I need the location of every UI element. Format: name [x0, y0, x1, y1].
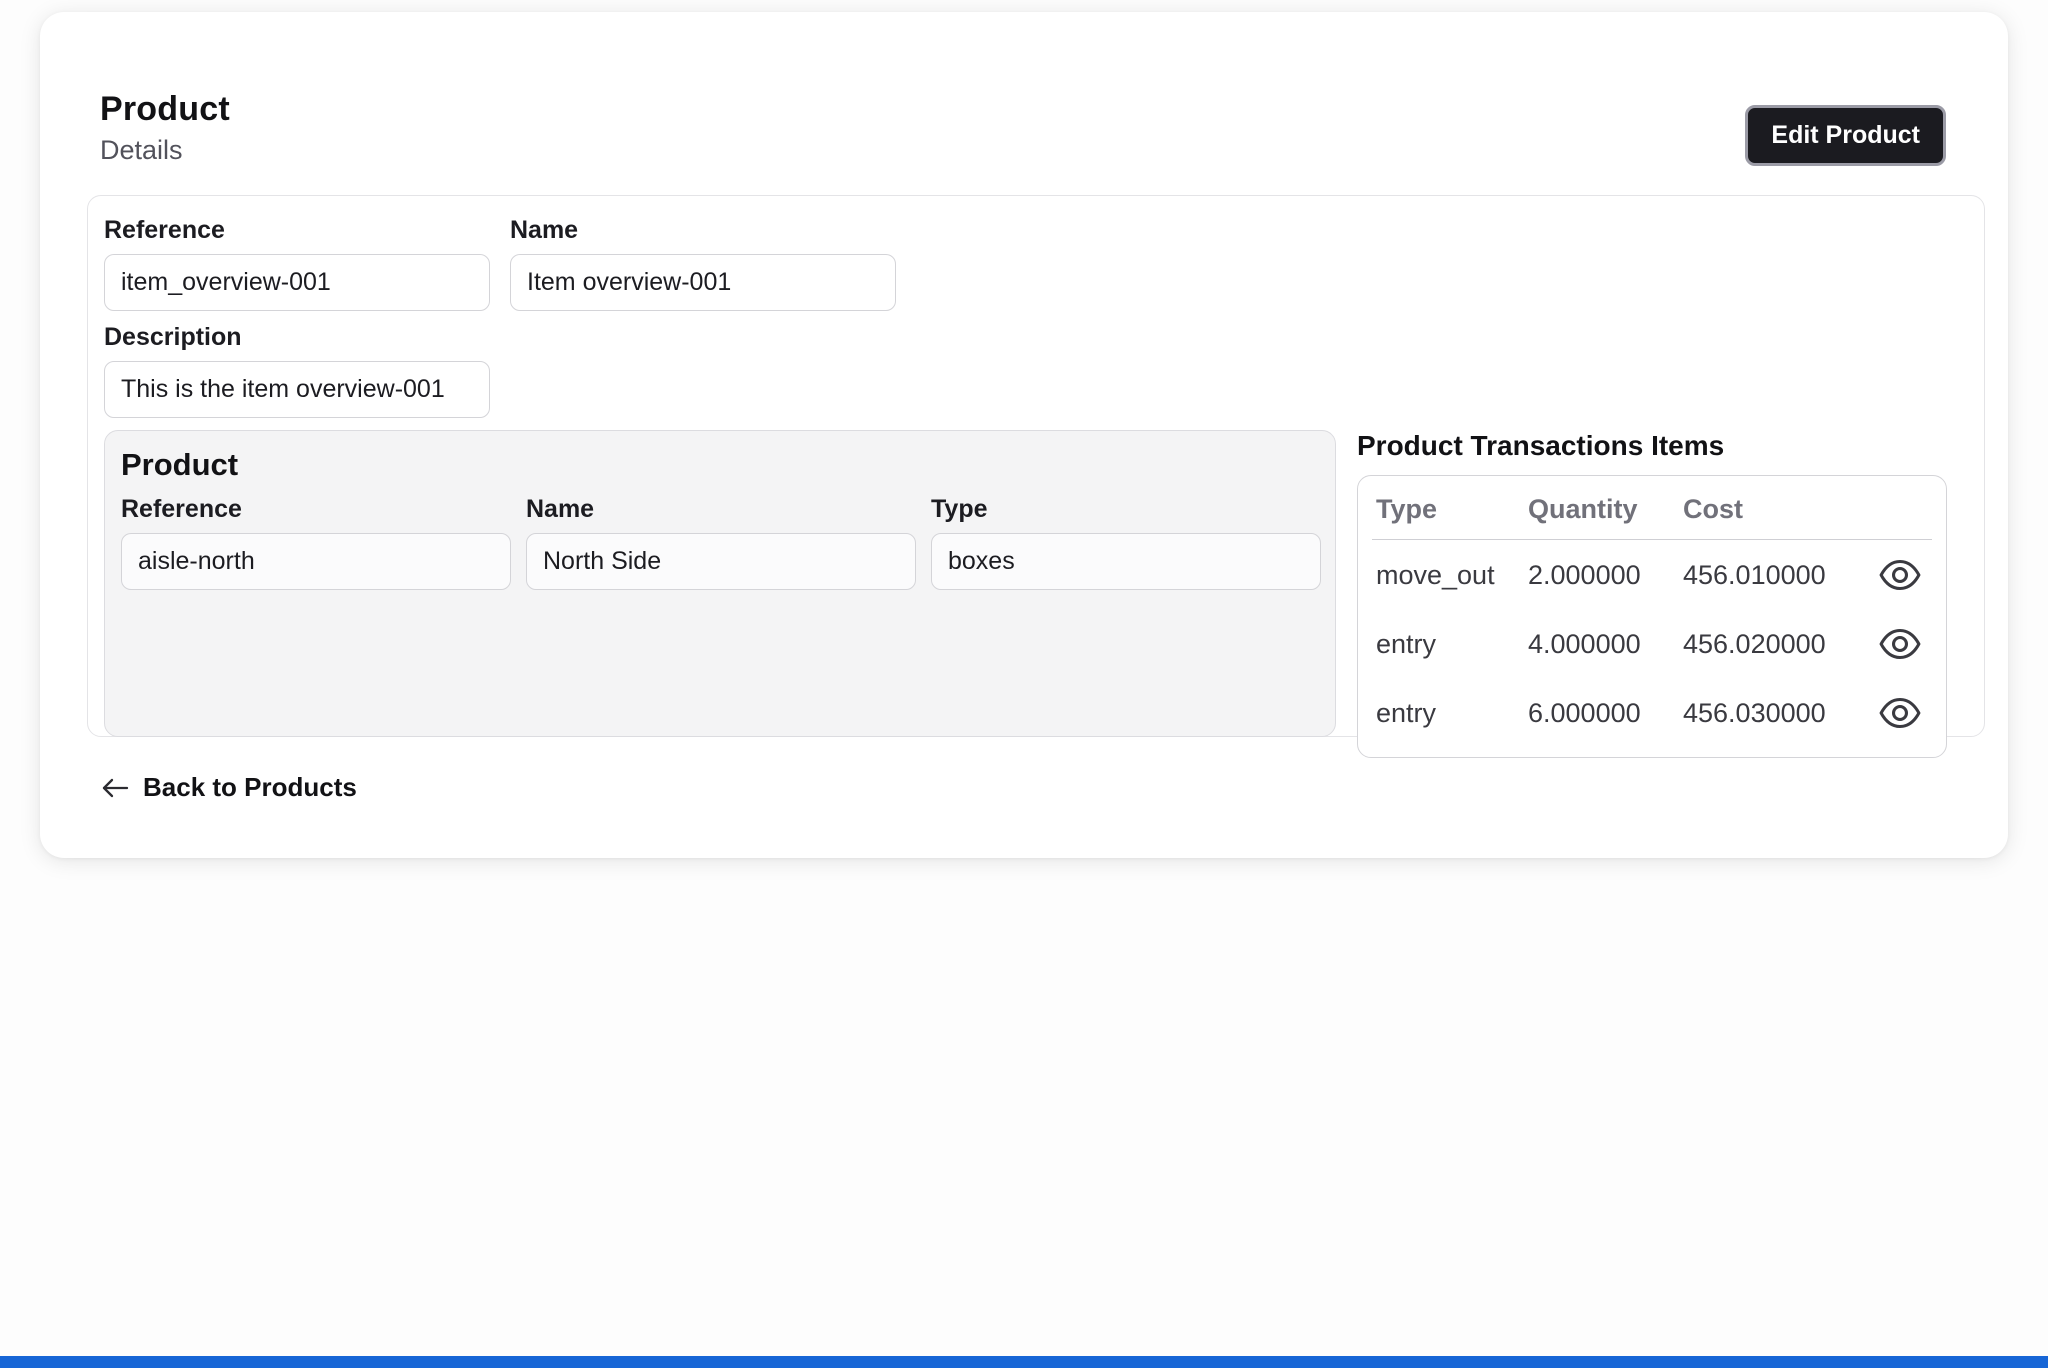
cell-type: entry	[1376, 629, 1528, 660]
table-row: entry 6.000000 456.030000	[1372, 678, 1932, 747]
nested-product-card: Product Reference Name Type	[104, 430, 1336, 737]
nested-product-fields: Reference Name Type	[121, 495, 1319, 590]
reference-field-group: Reference	[104, 216, 490, 311]
column-header-quantity: Quantity	[1528, 494, 1683, 525]
description-field-group: Description	[104, 323, 1968, 418]
transactions-table: Type Quantity Cost move_out 2.000000 456…	[1357, 475, 1947, 758]
reference-label: Reference	[104, 216, 490, 245]
cell-quantity: 2.000000	[1528, 560, 1683, 591]
back-to-products-link[interactable]: Back to Products	[100, 772, 357, 803]
product-reference-label: Reference	[121, 495, 511, 524]
product-reference-input[interactable]	[121, 533, 511, 590]
edit-product-button[interactable]: Edit Product	[1745, 105, 1946, 166]
product-reference-field-group: Reference	[121, 495, 511, 590]
column-header-cost: Cost	[1683, 494, 1878, 525]
cell-type: entry	[1376, 698, 1528, 729]
table-row: move_out 2.000000 456.010000	[1372, 540, 1932, 609]
page: Product Details Edit Product Reference N…	[0, 0, 2048, 1368]
product-form-panel: Reference Name Description Product R	[87, 195, 1985, 737]
back-link-label: Back to Products	[143, 772, 357, 803]
reference-input[interactable]	[104, 254, 490, 311]
cell-type: move_out	[1376, 560, 1528, 591]
nested-product-title: Product	[121, 447, 1319, 483]
form-row-bottom: Product Reference Name Type	[104, 430, 1968, 758]
cell-quantity: 4.000000	[1528, 629, 1683, 660]
name-input[interactable]	[510, 254, 896, 311]
eye-icon	[1878, 695, 1922, 731]
product-type-label: Type	[931, 495, 1321, 524]
description-input[interactable]	[104, 361, 490, 418]
name-field-group: Name	[510, 216, 896, 311]
page-subtitle: Details	[100, 135, 230, 166]
view-transaction-button[interactable]	[1878, 695, 1922, 731]
arrow-left-icon	[100, 776, 130, 800]
view-transaction-button[interactable]	[1878, 626, 1922, 662]
table-row: entry 4.000000 456.020000	[1372, 609, 1932, 678]
description-label: Description	[104, 323, 1968, 352]
product-name-input[interactable]	[526, 533, 916, 590]
column-header-type: Type	[1376, 494, 1528, 525]
cell-cost: 456.010000	[1683, 560, 1878, 591]
cell-cost: 456.030000	[1683, 698, 1878, 729]
bottom-accent-bar	[0, 1356, 2048, 1368]
product-type-field-group: Type	[931, 495, 1321, 590]
transactions-header-row: Type Quantity Cost	[1372, 490, 1932, 540]
eye-icon	[1878, 626, 1922, 662]
form-row-top: Reference Name	[104, 216, 1968, 323]
transactions-title: Product Transactions Items	[1357, 430, 1968, 462]
product-details-card: Product Details Edit Product Reference N…	[40, 12, 2008, 858]
transactions-section: Product Transactions Items Type Quantity…	[1357, 430, 1968, 758]
view-transaction-button[interactable]	[1878, 557, 1922, 593]
name-label: Name	[510, 216, 896, 245]
product-type-input[interactable]	[931, 533, 1321, 590]
product-name-label: Name	[526, 495, 916, 524]
product-name-field-group: Name	[526, 495, 916, 590]
cell-cost: 456.020000	[1683, 629, 1878, 660]
cell-quantity: 6.000000	[1528, 698, 1683, 729]
page-header: Product Details	[100, 90, 230, 166]
page-title: Product	[100, 90, 230, 129]
eye-icon	[1878, 557, 1922, 593]
